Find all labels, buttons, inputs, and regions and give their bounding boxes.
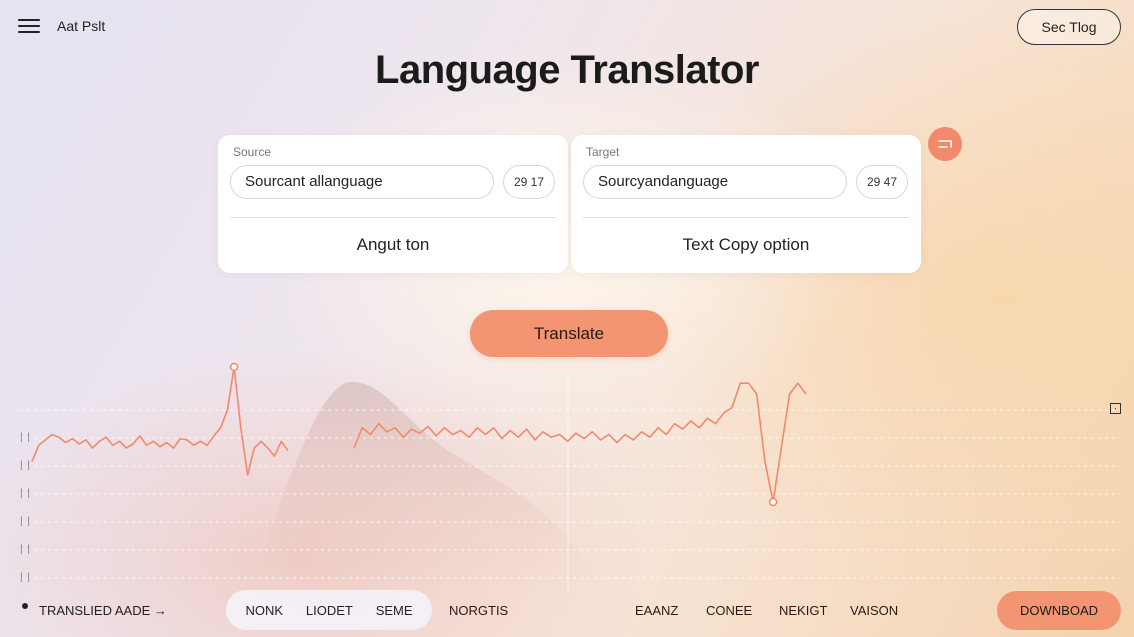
app-name: Aat Pslt	[57, 18, 106, 34]
segmented-control: NONK LIODET SEME	[226, 590, 432, 630]
background-hill	[250, 381, 600, 590]
bottom-link-norgtis[interactable]: NORGTIS	[449, 603, 508, 618]
y-tick-label: | |	[20, 572, 31, 583]
download-button[interactable]: DOWNBOAD	[997, 591, 1121, 630]
data-point-marker	[768, 497, 778, 507]
source-panel: Source Sourcant allanguage 29 17 Angut t…	[218, 135, 568, 273]
source-text-area[interactable]: Angut ton	[218, 235, 568, 255]
swap-button[interactable]	[928, 127, 962, 161]
chart-svg	[20, 362, 1120, 590]
page-title: Language Translator	[375, 48, 759, 92]
divider	[583, 217, 909, 218]
y-tick-label: | |	[20, 432, 31, 443]
y-tick-label: | |	[20, 488, 31, 499]
bottom-link-vaison[interactable]: VAISON	[850, 603, 898, 618]
bottom-link-nekigt[interactable]: NEKIGT	[779, 603, 827, 618]
swap-icon	[938, 140, 952, 149]
target-language-input[interactable]: Sourcyandanguage	[583, 165, 847, 199]
target-text-area[interactable]: Text Copy option	[571, 235, 921, 255]
target-count-badge: 29 47	[856, 165, 908, 199]
y-tick-label: | |	[20, 516, 31, 527]
source-label: Source	[233, 145, 272, 159]
activity-chart: | | | | | | | | | | | |	[0, 355, 1134, 590]
expand-icon[interactable]: ·	[1110, 403, 1121, 414]
data-point-marker	[229, 362, 239, 372]
segment-seme[interactable]: SEME	[376, 603, 413, 618]
series-line-1	[31, 366, 289, 476]
segment-liodet[interactable]: LIODET	[306, 603, 353, 618]
y-tick-label: | |	[20, 460, 31, 471]
top-action-button[interactable]: Sec Tlog	[1017, 9, 1121, 45]
translate-button[interactable]: Translate	[470, 310, 668, 357]
bottom-link-conee[interactable]: CONEE	[706, 603, 752, 618]
target-label: Target	[586, 145, 620, 159]
y-tick-label: | |	[20, 544, 31, 555]
target-panel: Target Sourcyandanguage 29 47 Text Copy …	[571, 135, 921, 273]
status-dot	[22, 603, 28, 609]
bottom-link-eaanz[interactable]: EAANZ	[635, 603, 678, 618]
source-language-input[interactable]: Sourcant allanguage	[230, 165, 494, 199]
divider	[230, 217, 556, 218]
bottom-left-link[interactable]: TRANSLIED AADE →	[39, 603, 167, 618]
source-count-badge: 29 17	[503, 165, 555, 199]
segment-nonk[interactable]: NONK	[245, 603, 283, 618]
menu-icon[interactable]	[18, 16, 40, 36]
